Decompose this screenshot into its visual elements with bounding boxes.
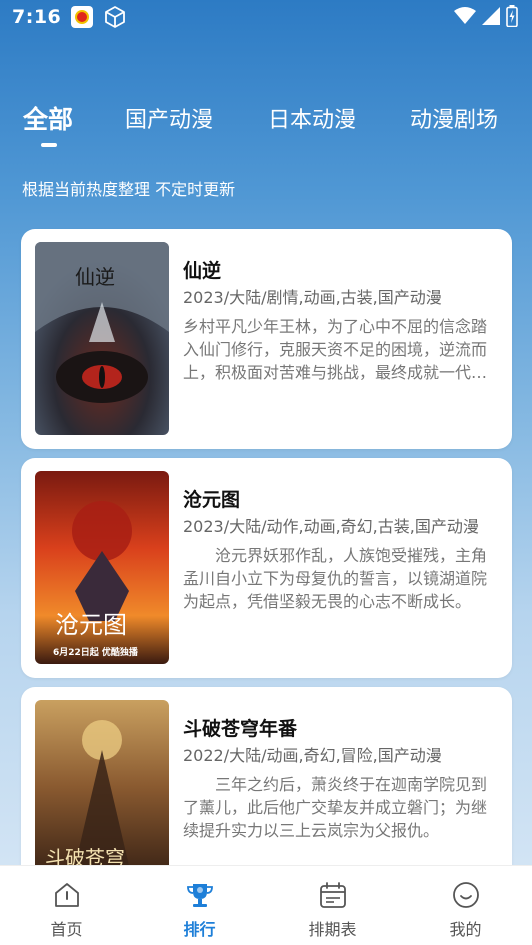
tab-indicator (41, 143, 57, 147)
poster-title-text: 仙逆 (75, 265, 115, 289)
tab-all[interactable]: 全部 (23, 100, 73, 136)
nav-schedule[interactable]: 排期表 (266, 866, 399, 945)
poster-image: 沧元图 6月22日起 优酷独播 (35, 471, 169, 664)
nav-profile-label: 我的 (449, 920, 482, 939)
list-item[interactable]: 仙逆 仙逆 2023/大陆/剧情,动画,古装,国产动漫 乡村平凡少年王林，为了心… (21, 229, 512, 449)
home-icon (54, 883, 79, 907)
poster-caption: 6月22日起 优酷独播 (53, 646, 139, 658)
wifi-icon (454, 7, 476, 24)
item-meta: 2022/大陆/动画,奇幻,冒险,国产动漫 (183, 746, 442, 765)
item-description: 三年之约后，萧炎终于在迦南学院见到了薰儿，此后他广交挚友并成立磐门；为继续提升实… (183, 775, 488, 840)
status-bar: 7:16 (0, 0, 532, 34)
cube-icon (105, 6, 126, 28)
signal-icon (482, 7, 500, 25)
nav-ranking[interactable]: 排行 (133, 866, 266, 945)
tab-chinese-anime[interactable]: 国产动漫 (125, 102, 213, 134)
category-tabs: 全部 国产动漫 日本动漫 动漫剧场 (0, 96, 532, 156)
nav-home-label: 首页 (50, 920, 83, 939)
notification-app-icon (71, 6, 94, 28)
trophy-icon (186, 884, 213, 907)
item-title: 沧元图 (183, 489, 241, 511)
item-title: 仙逆 (183, 260, 222, 282)
item-description: 乡村平凡少年王林，为了心中不屈的信念踏入仙门修行，克服天资不足的困境，逆流而上，… (183, 317, 488, 382)
poster-title-text: 沧元图 (55, 611, 127, 639)
list-item[interactable]: 沧元图 6月22日起 优酷独播 沧元图 2023/大陆/动作,动画,奇幻,古装,… (21, 458, 512, 678)
item-title: 斗破苍穹年番 (183, 718, 298, 740)
item-meta: 2023/大陆/动作,动画,奇幻,古装,国产动漫 (183, 517, 479, 536)
nav-ranking-label: 排行 (183, 920, 216, 939)
tab-anime-theater[interactable]: 动漫剧场 (410, 102, 498, 134)
nav-profile[interactable]: 我的 (399, 866, 532, 945)
nav-home[interactable]: 首页 (0, 866, 133, 945)
calendar-icon (319, 882, 346, 908)
nav-schedule-label: 排期表 (308, 920, 357, 939)
bottom-navigation: 首页 排行 排期表 我的 (0, 865, 532, 945)
battery-icon (506, 5, 518, 27)
smile-icon (452, 882, 479, 908)
poster-image: 仙逆 (35, 242, 169, 435)
item-meta: 2023/大陆/剧情,动画,古装,国产动漫 (183, 288, 442, 307)
status-time: 7:16 (12, 6, 62, 28)
ranking-subtitle: 根据当前热度整理 不定时更新 (22, 180, 236, 199)
item-description: 沧元界妖邪作乱，人族饱受摧残，主角孟川自小立下为母复仇的誓言，以镜湖道院为起点，… (183, 546, 488, 611)
tab-japanese-anime[interactable]: 日本动漫 (268, 102, 356, 134)
